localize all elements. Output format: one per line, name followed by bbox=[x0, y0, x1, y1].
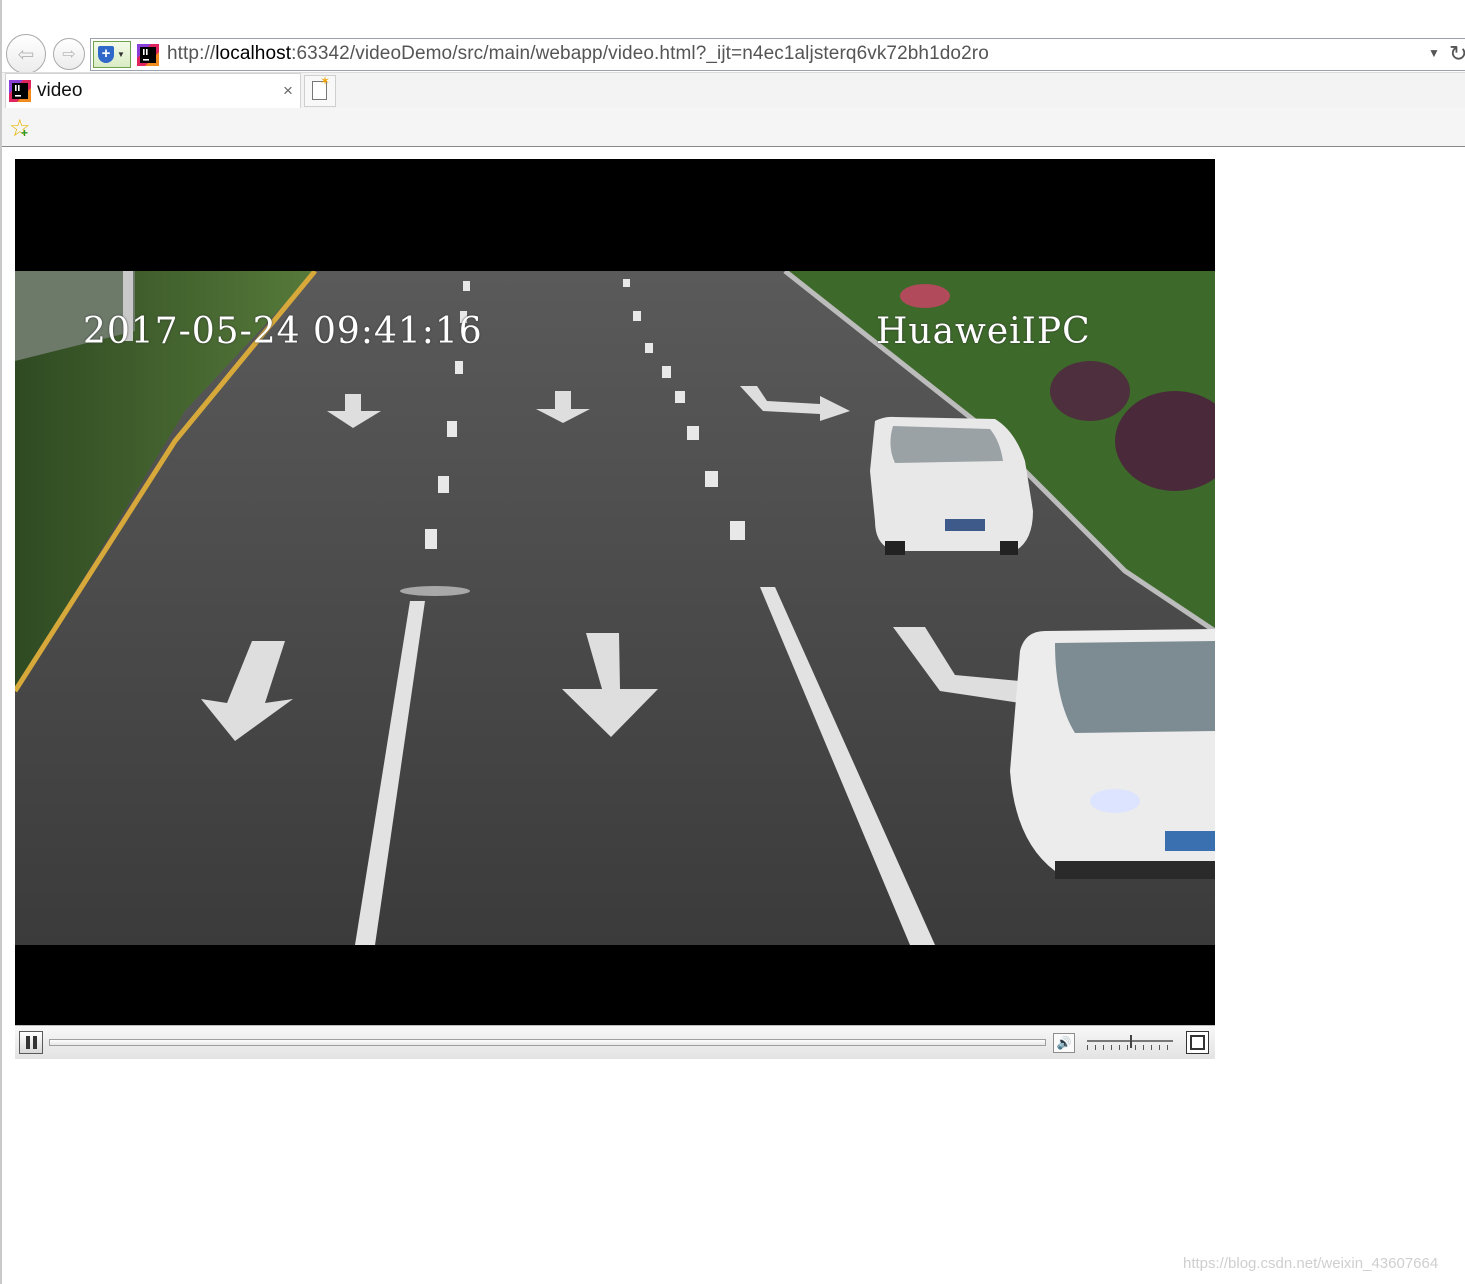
chevron-down-icon: ▼ bbox=[117, 50, 125, 59]
url-host: localhost bbox=[215, 43, 292, 64]
fullscreen-icon bbox=[1190, 1035, 1205, 1050]
pause-icon-bar bbox=[33, 1036, 37, 1049]
volume-slider[interactable] bbox=[1087, 1033, 1175, 1053]
refresh-icon[interactable]: ↻ bbox=[1449, 41, 1465, 67]
url-path: :63342/videoDemo/src/main/webapp/video.h… bbox=[291, 43, 989, 64]
volume-thumb[interactable] bbox=[1130, 1035, 1132, 1048]
window-edge bbox=[0, 0, 2, 1284]
compatibility-view-button[interactable]: + ▼ bbox=[93, 41, 131, 68]
close-icon[interactable]: × bbox=[283, 81, 293, 101]
car-2 bbox=[1010, 629, 1215, 879]
new-tab-spark-icon: ✶ bbox=[320, 74, 331, 88]
video-frame[interactable] bbox=[15, 271, 1215, 945]
video-camera-name-overlay: HuaweiIPC bbox=[876, 311, 1091, 352]
back-button[interactable]: ⇦ bbox=[6, 34, 46, 74]
address-dropdown-icon[interactable]: ▼ bbox=[1428, 46, 1440, 60]
video-player[interactable]: 2017-05-24 09:41:16 HuaweiIPC 🔊 bbox=[15, 159, 1215, 1059]
video-controls: 🔊 bbox=[15, 1025, 1215, 1059]
pause-button[interactable] bbox=[19, 1031, 43, 1054]
video-timestamp-overlay: 2017-05-24 09:41:16 bbox=[83, 311, 483, 352]
intellij-site-icon bbox=[137, 44, 159, 66]
compatibility-view-icon: + bbox=[98, 46, 114, 63]
car-1 bbox=[870, 416, 1033, 555]
watermark: https://blog.csdn.net/weixin_43607664 bbox=[1183, 1255, 1439, 1272]
forward-arrow-icon: ⇨ bbox=[62, 46, 76, 63]
tab-title: video bbox=[37, 80, 83, 101]
back-arrow-icon: ⇦ bbox=[17, 43, 35, 66]
add-favorite-icon: + bbox=[21, 126, 29, 140]
intellij-tab-icon bbox=[9, 80, 31, 102]
pause-icon bbox=[26, 1036, 30, 1049]
url-text[interactable]: http://localhost:63342/videoDemo/src/mai… bbox=[167, 43, 989, 65]
volume-icon[interactable]: 🔊 bbox=[1053, 1033, 1075, 1053]
url-scheme: http:// bbox=[167, 43, 216, 64]
forward-button[interactable]: ⇨ bbox=[53, 38, 85, 70]
seek-bar[interactable] bbox=[49, 1039, 1046, 1046]
favorites-bar bbox=[2, 108, 1465, 147]
fullscreen-button[interactable] bbox=[1186, 1031, 1209, 1054]
